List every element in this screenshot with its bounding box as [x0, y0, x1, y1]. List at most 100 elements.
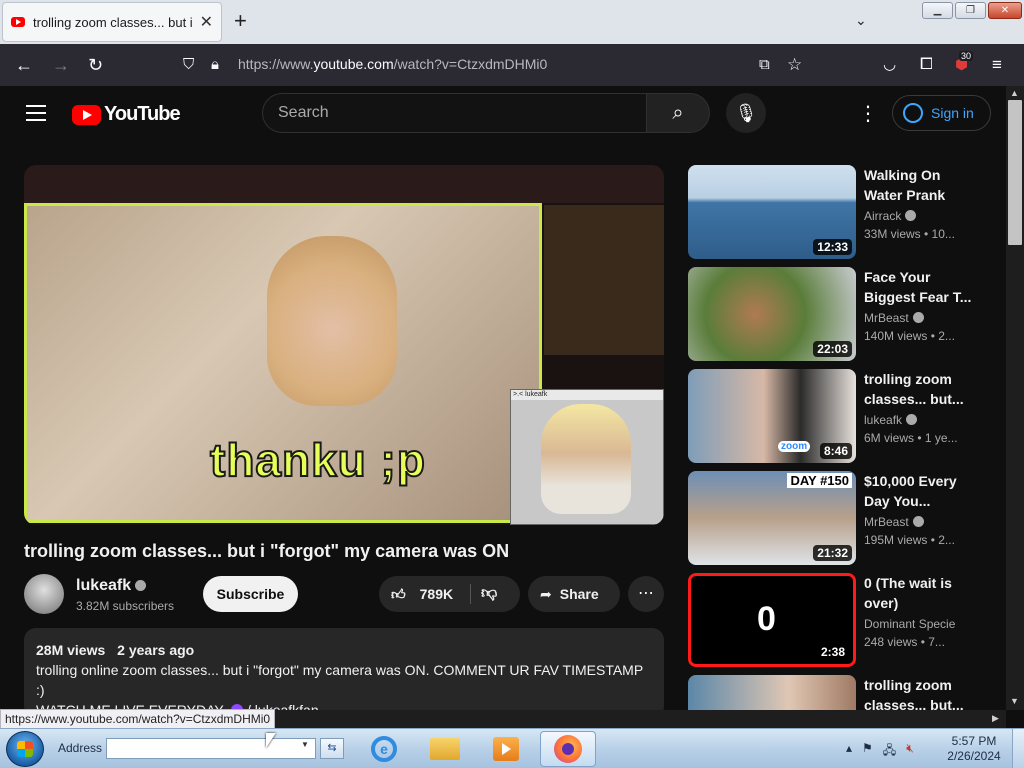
- guide-menu-icon[interactable]: [26, 105, 46, 121]
- video-caption: thanku ;p: [209, 433, 426, 487]
- channel-avatar[interactable]: [24, 574, 64, 614]
- browser-tab-active[interactable]: trolling zoom classes... but i "forgot" …: [2, 2, 222, 42]
- description-box[interactable]: 28M views 2 years ago trolling online zo…: [24, 628, 664, 718]
- video-title: trolling zoom classes... but i "forgot" …: [24, 541, 510, 561]
- url-bar[interactable]: https://www.youtube.com/watch?v=CtzxdmDH…: [238, 56, 547, 72]
- screen: trolling zoom classes... but i "forgot" …: [0, 0, 1024, 768]
- like-dislike-bar: 👍︎ 789K 👎︎: [379, 576, 520, 612]
- verified-icon: [912, 516, 924, 527]
- recommendation-item[interactable]: 22:03 Face Your Biggest Fear T... MrBeas…: [688, 267, 988, 361]
- address-dropdown-icon[interactable]: ▼: [301, 740, 309, 749]
- recommendation-item[interactable]: trolling zoom classes... but...: [688, 675, 988, 710]
- youtube-logo[interactable]: YouTube: [72, 103, 181, 126]
- mouse-cursor-icon: [266, 733, 276, 748]
- verified-icon: [906, 414, 918, 425]
- recommendation-channel[interactable]: MrBeast: [864, 311, 924, 325]
- recommendation-channel[interactable]: Dominant Specie: [864, 617, 955, 631]
- recommendation-title[interactable]: $10,000 Every Day You...: [864, 471, 976, 511]
- recommendation-meta: 6M views • 1 ye...: [864, 431, 958, 445]
- voice-search-button[interactable]: 🎙︎: [726, 93, 766, 133]
- restore-icon[interactable]: ❐: [955, 2, 986, 19]
- recommendation-item[interactable]: 12:33 Walking On Water Prank Airrack 33M…: [688, 165, 988, 259]
- recommendation-title[interactable]: trolling zoom classes... but...: [864, 675, 976, 710]
- video-player[interactable]: thanku ;p >.< lukeafk: [24, 165, 664, 525]
- url-domain: youtube.com: [313, 56, 394, 72]
- address-input[interactable]: [106, 738, 316, 759]
- settings-more-icon[interactable]: ⋮: [858, 101, 878, 126]
- share-button[interactable]: ➦ Share: [528, 576, 620, 612]
- recommendation-channel[interactable]: Airrack: [864, 209, 917, 223]
- thumbnail-day-label: DAY #150: [787, 473, 852, 488]
- video-frame-side-cam: [544, 205, 664, 355]
- dislike-button[interactable]: 👎︎: [481, 576, 497, 612]
- like-count: 789K: [419, 586, 454, 602]
- flag-icon[interactable]: ⚑: [862, 741, 873, 762]
- recommendation-title[interactable]: Walking On Water Prank: [864, 165, 976, 205]
- tray-expand-icon[interactable]: ▴: [846, 741, 852, 762]
- recommendation-thumbnail[interactable]: DAY #150 21:32: [688, 471, 856, 565]
- network-icon[interactable]: 🖧︎: [883, 741, 896, 762]
- channel-name-text: lukeafk: [76, 577, 132, 594]
- volume-muted-icon[interactable]: 🔇︎: [906, 741, 914, 762]
- taskbar-file-explorer[interactable]: [417, 731, 473, 767]
- taskbar-clock[interactable]: 5:57 PM 2/26/2024: [944, 734, 1004, 764]
- close-tab-icon[interactable]: ✕: [200, 12, 213, 32]
- link-status-tooltip: https://www.youtube.com/watch?v=CtzxdmDH…: [0, 709, 276, 729]
- tab-title: trolling zoom classes... but i "forgot" …: [33, 14, 194, 30]
- pocket-icon[interactable]: ◡: [883, 54, 896, 76]
- recommendation-thumbnail[interactable]: zoom 8:46: [688, 369, 856, 463]
- more-actions-icon[interactable]: ⋯: [628, 576, 664, 612]
- recommendation-item[interactable]: 0 2:38 0 (The wait is over) Dominant Spe…: [688, 573, 988, 667]
- screen-share-icon[interactable]: ⧉: [759, 54, 770, 76]
- scrollbar-thumb[interactable]: [1008, 100, 1022, 245]
- channel-name[interactable]: lukeafk: [76, 577, 147, 595]
- reload-icon[interactable]: ↻: [88, 54, 103, 76]
- subscribe-button[interactable]: Subscribe: [203, 576, 298, 612]
- scroll-up-icon[interactable]: ▲: [1010, 88, 1019, 98]
- share-label: Share: [559, 586, 599, 602]
- recommendation-thumbnail[interactable]: 0 2:38: [688, 573, 856, 667]
- sign-in-button[interactable]: Sign in: [892, 95, 991, 131]
- recommendation-channel-name: MrBeast: [864, 311, 909, 325]
- shield-icon[interactable]: ⛉: [183, 54, 194, 76]
- recommendation-channel-name: lukeafk: [864, 413, 903, 427]
- search-button[interactable]: ⌕: [646, 93, 710, 133]
- recommendation-thumbnail[interactable]: 12:33: [688, 165, 856, 259]
- thumbs-up-icon: 👍︎: [391, 586, 406, 602]
- media-player-icon: [493, 737, 519, 761]
- recommendation-channel[interactable]: lukeafk: [864, 413, 918, 427]
- taskbar-internet-explorer[interactable]: e: [356, 731, 412, 767]
- firefox-icon: [554, 735, 582, 763]
- scroll-right-icon[interactable]: ▶: [992, 713, 999, 724]
- minimize-icon[interactable]: ▁: [922, 2, 953, 19]
- recommendation-item[interactable]: DAY #150 21:32 $10,000 Every Day You... …: [688, 471, 988, 565]
- menu-icon[interactable]: ≡: [992, 54, 1002, 76]
- taskbar-firefox[interactable]: [540, 731, 596, 767]
- show-desktop-button[interactable]: [1012, 729, 1024, 768]
- new-tab-icon[interactable]: +: [234, 10, 247, 32]
- taskbar-media-player[interactable]: [478, 731, 534, 767]
- recommendation-thumbnail[interactable]: [688, 675, 856, 710]
- back-arrow-icon[interactable]: ←: [15, 54, 33, 76]
- like-button[interactable]: 👍︎ 789K: [391, 576, 453, 612]
- lock-icon[interactable]: 🔒︎: [211, 54, 219, 76]
- recommendation-title[interactable]: 0 (The wait is over): [864, 573, 976, 613]
- recommendation-item[interactable]: zoom 8:46 trolling zoom classes... but..…: [688, 369, 988, 463]
- youtube-favicon-icon: [11, 17, 25, 27]
- recommendation-title[interactable]: trolling zoom classes... but...: [864, 369, 976, 409]
- scroll-down-icon[interactable]: ▼: [1010, 696, 1019, 706]
- recommendation-thumbnail[interactable]: 22:03: [688, 267, 856, 361]
- recommendation-channel[interactable]: MrBeast: [864, 515, 924, 529]
- chevron-down-icon[interactable]: ⌄: [855, 12, 867, 29]
- search-input[interactable]: Search: [262, 93, 646, 133]
- start-button[interactable]: [6, 731, 44, 767]
- extensions-icon[interactable]: ⧠: [920, 54, 933, 76]
- verified-icon: [912, 312, 924, 323]
- vertical-scrollbar[interactable]: ▲ ▼: [1006, 86, 1024, 710]
- recommendation-title[interactable]: Face Your Biggest Fear T...: [864, 267, 976, 307]
- clock-date: 2/26/2024: [947, 749, 1001, 763]
- address-go-button[interactable]: ⇆: [320, 738, 344, 759]
- bookmark-star-icon[interactable]: ☆: [787, 54, 802, 76]
- forward-arrow-icon[interactable]: →: [52, 54, 70, 76]
- close-window-icon[interactable]: ✕: [988, 2, 1022, 19]
